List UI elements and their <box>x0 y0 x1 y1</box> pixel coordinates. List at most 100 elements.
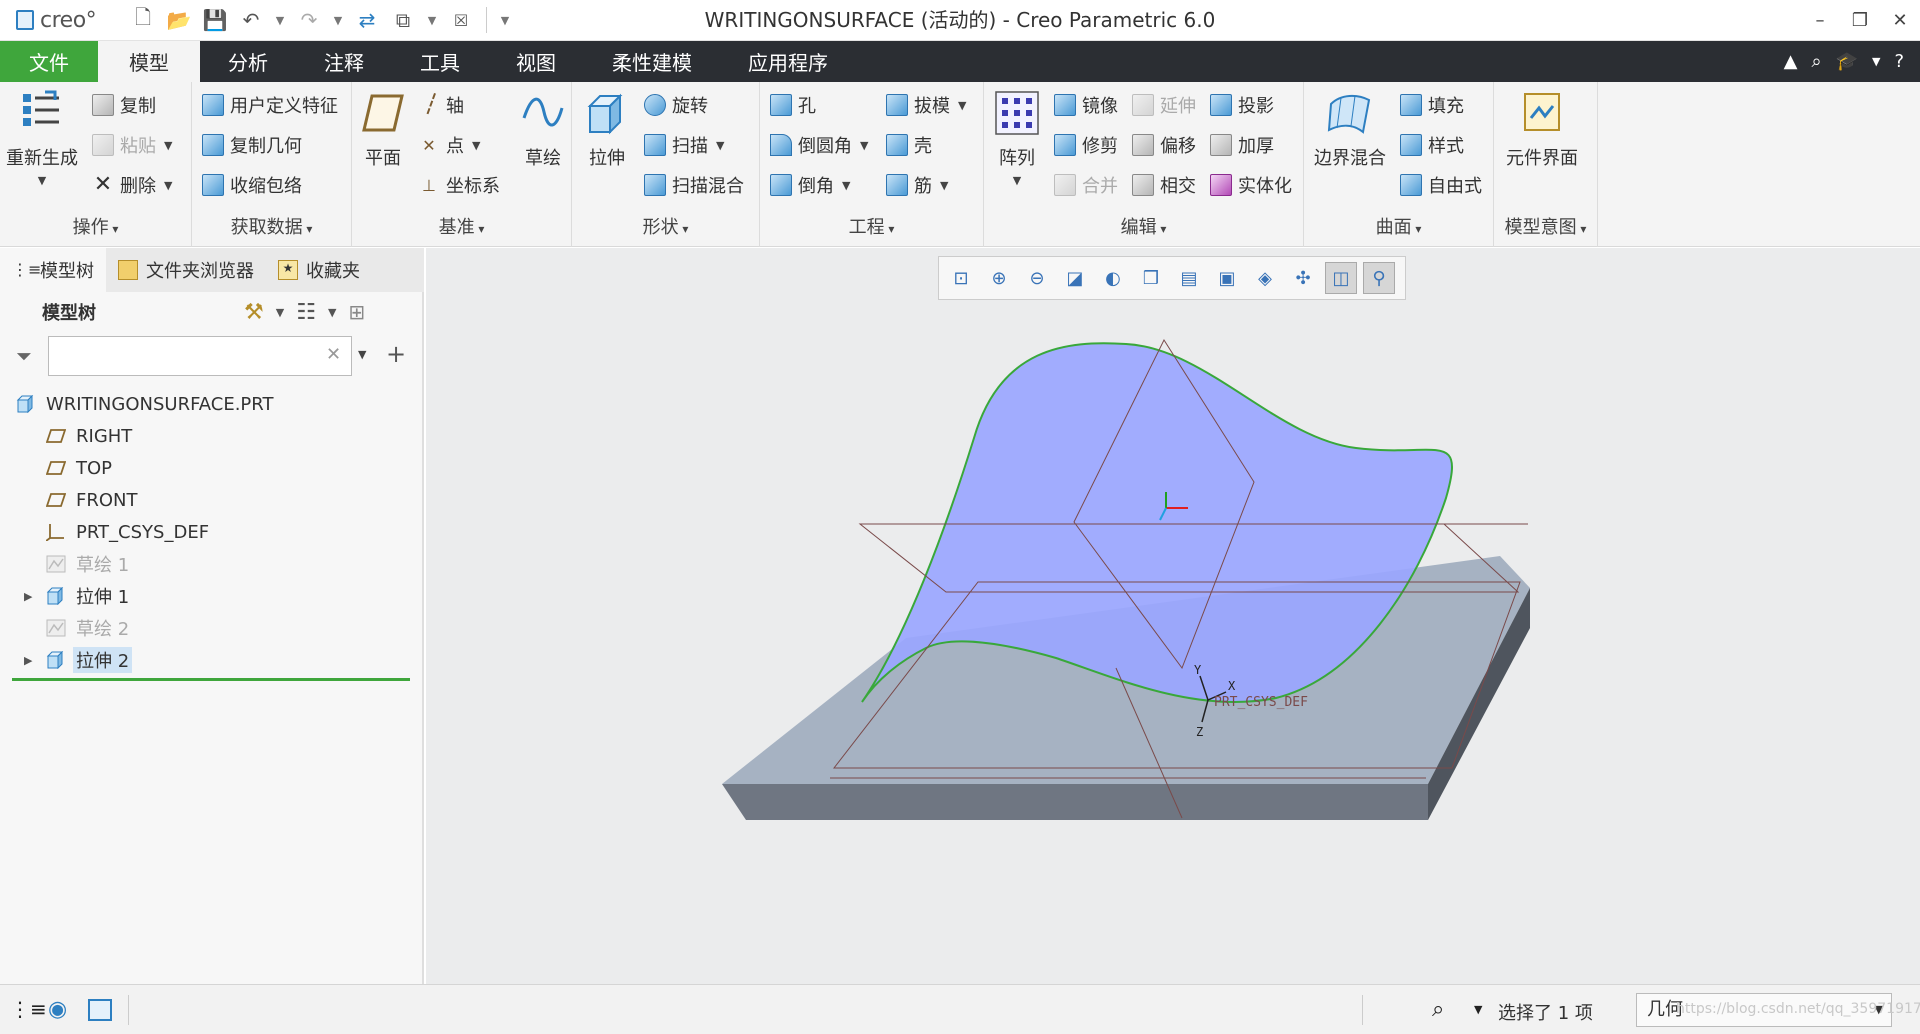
redo-dropdown-icon[interactable]: ▼ <box>330 5 346 35</box>
settings-dropdown-icon[interactable]: ▼ <box>276 306 284 319</box>
tab-folder-browser[interactable]: 文件夹浏览器 <box>106 248 266 292</box>
tab-analysis[interactable]: 分析 <box>200 41 296 82</box>
group-label-datum[interactable]: 基准 <box>352 213 571 239</box>
sweep-button[interactable]: 扫描 ▼ <box>644 132 724 158</box>
paste-button[interactable]: 粘贴 ▼ <box>92 132 172 158</box>
mirror-button[interactable]: 镜像 <box>1054 92 1118 118</box>
component-interface-button[interactable]: 元件界面 <box>1506 90 1578 170</box>
tab-model[interactable]: 模型 <box>98 41 200 82</box>
navigator-toggle-icon[interactable]: ⋮≡ <box>10 997 47 1025</box>
learning-icon[interactable]: 🎓 <box>1836 51 1858 72</box>
draft-button[interactable]: 拔模 ▼ <box>886 92 966 118</box>
freestyle-button[interactable]: 自由式 <box>1400 172 1482 198</box>
graphics-window[interactable]: ⊡ ⊕ ⊖ ◪ ◐ ❒ ▤ ▣ ◈ ✣ ◫ ⚲ Y X Z PRT_CSYS_D… <box>426 248 1920 984</box>
group-label-surfaces[interactable]: 曲面 <box>1304 213 1493 239</box>
tab-view[interactable]: 视图 <box>488 41 584 82</box>
shell-button[interactable]: 壳 <box>886 132 932 158</box>
hole-button[interactable]: 孔 <box>770 92 816 118</box>
copy-geometry-button[interactable]: 复制几何 <box>202 132 302 158</box>
draft-dropdown-icon[interactable]: ▼ <box>958 99 966 112</box>
point-dropdown-icon[interactable]: ▼ <box>472 139 480 152</box>
chamfer-dropdown-icon[interactable]: ▼ <box>842 179 850 192</box>
offset-button[interactable]: 偏移 <box>1132 132 1196 158</box>
new-file-icon[interactable]: 🗋 <box>128 5 158 35</box>
revolve-button[interactable]: 旋转 <box>644 92 708 118</box>
find-icon[interactable]: ⌕ <box>1432 997 1460 1025</box>
tree-node-extrude-1[interactable]: ▶ 拉伸 1 <box>0 580 420 612</box>
axis-button[interactable]: 轴 <box>422 92 464 118</box>
tree-filter-icon[interactable]: ⊞ <box>348 300 365 324</box>
tree-node-sketch-1[interactable]: 草绘 1 <box>0 548 420 580</box>
tab-tools[interactable]: 工具 <box>392 41 488 82</box>
tab-annotate[interactable]: 注释 <box>296 41 392 82</box>
plane-button[interactable]: 平面 <box>360 90 406 170</box>
pattern-button[interactable]: 阵列 ▼ <box>994 90 1040 187</box>
insert-here-marker[interactable] <box>12 678 410 681</box>
show-options-icon[interactable]: ☷ <box>296 300 316 325</box>
style-button[interactable]: 样式 <box>1400 132 1464 158</box>
undo-dropdown-icon[interactable]: ▼ <box>272 5 288 35</box>
tree-node-csys[interactable]: PRT_CSYS_DEF <box>0 516 420 548</box>
minimize-icon[interactable]: – <box>1800 0 1840 41</box>
customize-qat-icon[interactable]: ▼ <box>497 5 513 35</box>
redo-icon[interactable]: ↷ <box>294 5 324 35</box>
windows-icon[interactable]: ⧉ <box>388 5 418 35</box>
group-label-editing[interactable]: 编辑 <box>984 213 1303 239</box>
regenerate-button[interactable]: 重新生成 ▼ <box>6 90 78 187</box>
paste-dropdown-icon[interactable]: ▼ <box>164 139 172 152</box>
tab-favorites[interactable]: ★ 收藏夹 <box>266 248 372 292</box>
block-front-face[interactable] <box>722 784 1428 820</box>
round-button[interactable]: 倒圆角 ▼ <box>770 132 868 158</box>
chamfer-button[interactable]: 倒角 ▼ <box>770 172 850 198</box>
group-label-shapes[interactable]: 形状 <box>572 213 759 239</box>
regenerate-dropdown-icon[interactable]: ▼ <box>38 174 46 187</box>
restore-icon[interactable]: ❐ <box>1840 0 1880 41</box>
merge-button[interactable]: 合并 <box>1054 172 1118 198</box>
undo-icon[interactable]: ↶ <box>236 5 266 35</box>
tree-node-sketch-2[interactable]: 草绘 2 <box>0 612 420 644</box>
rib-dropdown-icon[interactable]: ▼ <box>940 179 948 192</box>
model-viewport[interactable]: Y X Z PRT_CSYS_DEF <box>426 248 1920 984</box>
learning-dropdown-icon[interactable]: ▼ <box>1872 55 1880 68</box>
group-label-get-data[interactable]: 获取数据 <box>192 213 351 239</box>
help-icon[interactable]: ? <box>1894 51 1904 72</box>
show-dropdown-icon[interactable]: ▼ <box>328 306 336 319</box>
tab-applications[interactable]: 应用程序 <box>720 41 856 82</box>
sketch-button[interactable]: 草绘 <box>520 90 566 170</box>
round-dropdown-icon[interactable]: ▼ <box>860 139 868 152</box>
save-icon[interactable]: 💾 <box>200 5 230 35</box>
copy-button[interactable]: 复制 <box>92 92 156 118</box>
sweep-dropdown-icon[interactable]: ▼ <box>716 139 724 152</box>
tree-search-input[interactable] <box>48 336 352 376</box>
tree-node-extrude-2[interactable]: ▶ 拉伸 2 <box>0 644 420 676</box>
search-dropdown-icon[interactable]: ▼ <box>358 348 366 361</box>
filter-funnel-icon[interactable]: ⏷ <box>16 344 32 368</box>
boundary-blend-button[interactable]: 边界混合 <box>1314 90 1386 170</box>
extend-button[interactable]: 延伸 <box>1132 92 1196 118</box>
extrude-button[interactable]: 拉伸 <box>584 90 630 170</box>
search-help-icon[interactable]: ⌕ <box>1811 51 1821 72</box>
tree-node-part[interactable]: WRITINGONSURFACE.PRT <box>0 388 420 420</box>
tab-file[interactable]: 文件 <box>0 41 98 82</box>
shrinkwrap-button[interactable]: 收缩包络 <box>202 172 302 198</box>
close-window-icon[interactable]: ☒ <box>446 5 476 35</box>
close-icon[interactable]: ✕ <box>1880 0 1920 41</box>
full-screen-icon[interactable] <box>88 999 112 1021</box>
tree-node-right[interactable]: RIGHT <box>0 420 420 452</box>
delete-button[interactable]: ✕ 删除 ▼ <box>92 172 173 198</box>
expand-arrow-icon[interactable]: ▶ <box>24 590 32 603</box>
intersect-button[interactable]: 相交 <box>1132 172 1196 198</box>
tab-model-tree[interactable]: ⋮≡ 模型树 <box>0 248 106 292</box>
delete-dropdown-icon[interactable]: ▼ <box>164 179 172 192</box>
fill-button[interactable]: 填充 <box>1400 92 1464 118</box>
open-folder-icon[interactable]: 📂 <box>164 5 194 35</box>
csys-button[interactable]: ⊥ 坐标系 <box>418 172 500 198</box>
collapse-ribbon-icon[interactable]: ▲ <box>1784 51 1798 72</box>
expand-arrow-icon[interactable]: ▶ <box>24 654 32 667</box>
swept-blend-button[interactable]: 扫描混合 <box>644 172 744 198</box>
rib-button[interactable]: 筋 ▼ <box>886 172 948 198</box>
group-label-operations[interactable]: 操作 <box>0 213 191 239</box>
tree-node-front[interactable]: FRONT <box>0 484 420 516</box>
point-button[interactable]: ✕ 点 ▼ <box>418 132 480 158</box>
tab-flexible-modeling[interactable]: 柔性建模 <box>584 41 720 82</box>
